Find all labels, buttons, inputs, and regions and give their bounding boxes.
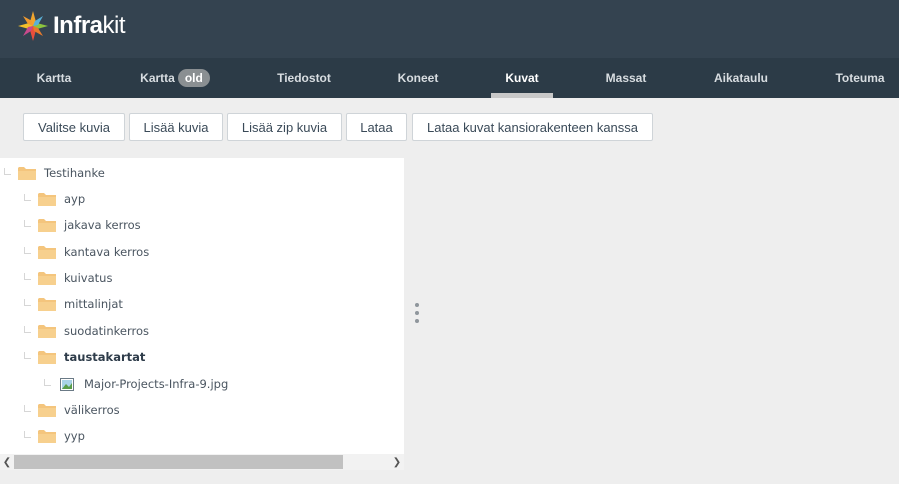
tree-folder-ayp[interactable]: ayp: [38, 189, 85, 209]
tree-file-major-projects[interactable]: Major-Projects-Infra-9.jpg: [60, 374, 228, 394]
tree-label: Major-Projects-Infra-9.jpg: [84, 377, 229, 391]
folder-icon: [38, 219, 56, 232]
tree-folder-valikerros[interactable]: välikerros: [38, 400, 120, 420]
tab-label: Aikataulu: [713, 71, 768, 85]
tree-folder-jakava-kerros[interactable]: jakava kerros: [38, 215, 141, 235]
infrakit-logo[interactable]: Infrakit: [17, 10, 126, 42]
tab-label: Toteuma: [835, 71, 885, 85]
tree-connector: [24, 273, 31, 280]
infrakit-star-logo-icon: [18, 11, 48, 41]
folder-icon: [38, 351, 56, 364]
tree-folder-yyp[interactable]: yyp: [38, 426, 85, 446]
tree-connector: [24, 194, 31, 201]
tab-label: Koneet: [397, 71, 439, 85]
main-nav: Kartta Kartta old Tiedostot Koneet Kuvat…: [0, 58, 899, 98]
tree-connector: [24, 405, 31, 412]
tab-toteuma[interactable]: Toteuma: [826, 58, 894, 98]
tree-connector: [24, 326, 31, 333]
vertical-dots-icon: [415, 311, 419, 315]
folder-icon: [38, 193, 56, 206]
tree-label: kantava kerros: [64, 245, 150, 259]
tree-root-testihanke[interactable]: Testihanke: [18, 163, 105, 183]
tab-kuvat[interactable]: Kuvat: [491, 58, 553, 98]
tree-connector: [24, 431, 31, 438]
tree-horizontal-scrollbar[interactable]: ❮ ❯: [0, 454, 404, 470]
folder-tree: Testihanke ayp jakava kerros kantava ker…: [0, 158, 404, 454]
tree-label: ayp: [64, 192, 86, 206]
tree-folder-kantava-kerros[interactable]: kantava kerros: [38, 242, 149, 262]
tree-label: yyp: [64, 429, 85, 443]
tree-connector: [24, 299, 31, 306]
folder-icon: [38, 298, 56, 311]
tree-label: Testihanke: [44, 166, 105, 180]
tab-kartta[interactable]: Kartta: [18, 58, 90, 98]
select-images-button[interactable]: Valitse kuvia: [23, 113, 125, 141]
chevron-left-icon[interactable]: ❮: [0, 454, 14, 470]
logo-text: Infrakit: [53, 12, 126, 39]
upload-with-folders-button[interactable]: Lataa kuvat kansiorakenteen kanssa: [412, 113, 653, 141]
panel-splitter[interactable]: [414, 303, 420, 327]
folder-icon: [38, 325, 56, 338]
tree-label: välikerros: [64, 403, 120, 417]
folder-icon: [38, 404, 56, 417]
tree-folder-mittalinjat[interactable]: mittalinjat: [38, 294, 123, 314]
tab-label: Kuvat: [505, 71, 539, 85]
tab-massat[interactable]: Massat: [590, 58, 662, 98]
folder-icon: [38, 272, 56, 285]
tree-label: suodatinkerros: [64, 324, 150, 338]
tab-label: Kartta: [36, 71, 72, 85]
tree-connector: [44, 379, 51, 386]
folder-icon: [18, 167, 36, 180]
tree-connector: [24, 247, 31, 254]
upload-button[interactable]: Lataa: [346, 113, 407, 141]
old-badge: old: [177, 69, 210, 87]
image-file-icon: [60, 377, 74, 391]
tab-aikataulu[interactable]: Aikataulu: [700, 58, 782, 98]
tree-label: mittalinjat: [64, 297, 123, 311]
tree-folder-taustakartat[interactable]: taustakartat: [38, 347, 145, 367]
tab-label: Kartta: [140, 71, 175, 85]
folder-icon: [38, 246, 56, 259]
vertical-dots-icon: [415, 303, 419, 307]
vertical-dots-icon: [415, 319, 419, 323]
tab-koneet[interactable]: Koneet: [382, 58, 454, 98]
tree-connector: [24, 352, 31, 359]
tree-folder-kuivatus[interactable]: kuivatus: [38, 268, 112, 288]
tab-kartta-old[interactable]: Kartta old: [128, 58, 222, 98]
scrollbar-thumb[interactable]: [14, 455, 343, 469]
tree-connector: [24, 220, 31, 227]
tree-label: kuivatus: [64, 271, 113, 285]
tree-folder-suodatinkerros[interactable]: suodatinkerros: [38, 321, 149, 341]
tree-label: jakava kerros: [64, 218, 141, 232]
tree-connector: [4, 168, 11, 175]
tree-label: taustakartat: [64, 350, 146, 364]
add-zip-images-button[interactable]: Lisää zip kuvia: [227, 113, 342, 141]
tab-tiedostot[interactable]: Tiedostot: [258, 58, 350, 98]
folder-icon: [38, 430, 56, 443]
app-header: Infrakit: [0, 0, 899, 58]
tab-label: Tiedostot: [277, 71, 331, 85]
add-images-button[interactable]: Lisää kuvia: [129, 113, 223, 141]
tab-label: Massat: [605, 71, 647, 85]
chevron-right-icon[interactable]: ❯: [390, 454, 404, 470]
